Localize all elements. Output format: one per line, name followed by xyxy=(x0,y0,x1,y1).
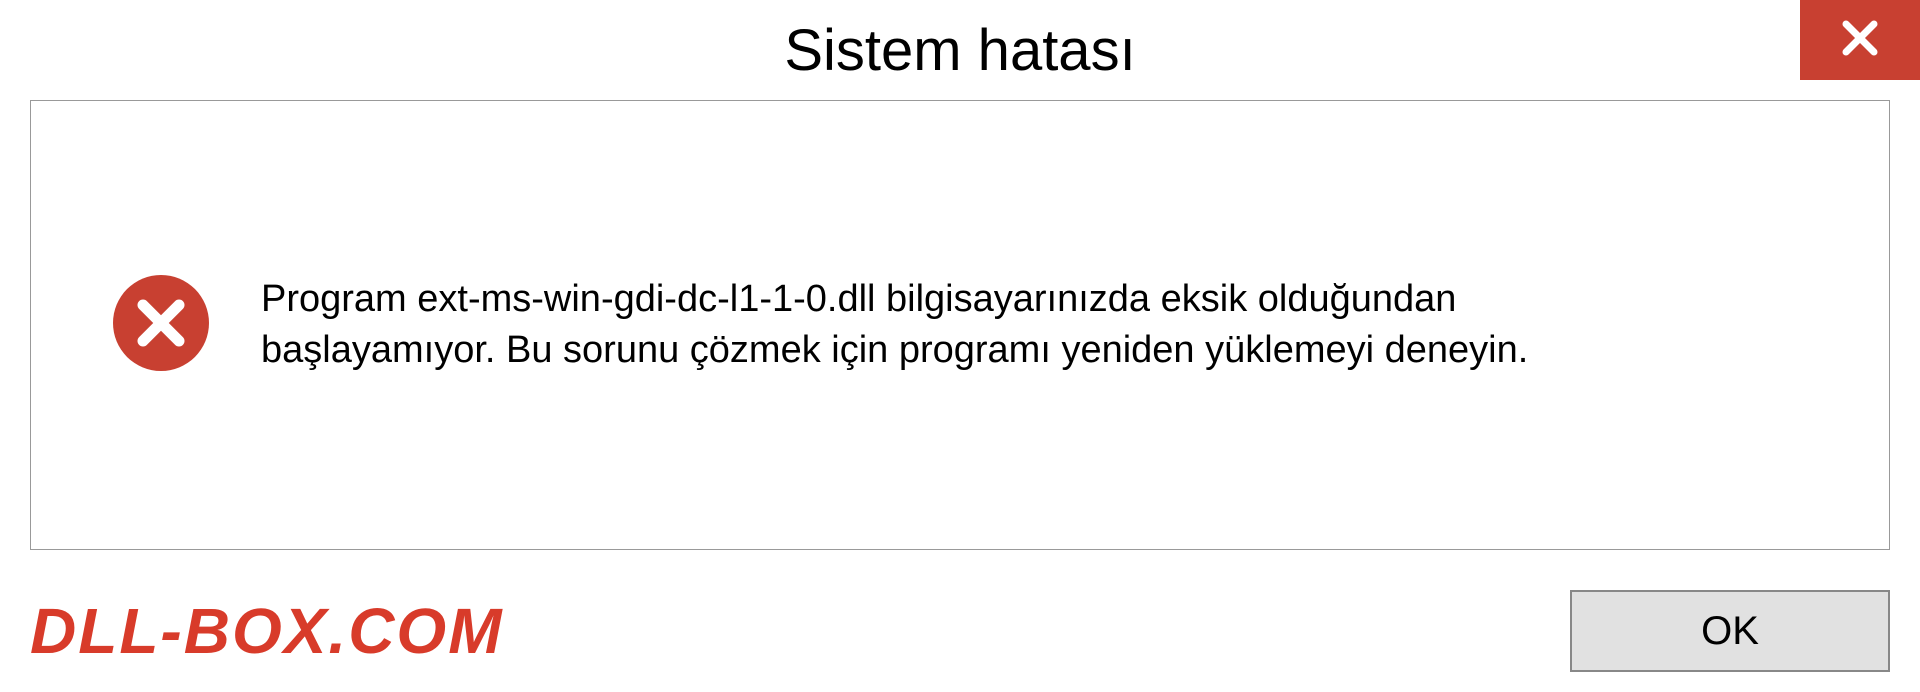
content-area: Program ext-ms-win-gdi-dc-l1-1-0.dll bil… xyxy=(30,100,1890,550)
error-message: Program ext-ms-win-gdi-dc-l1-1-0.dll bil… xyxy=(261,274,1661,377)
footer: DLL-BOX.COM OK xyxy=(30,590,1890,672)
ok-button[interactable]: OK xyxy=(1570,590,1890,672)
close-icon xyxy=(1836,14,1884,67)
dialog-title: Sistem hatası xyxy=(784,17,1135,84)
error-icon xyxy=(111,273,211,378)
close-button[interactable] xyxy=(1800,0,1920,80)
title-bar: Sistem hatası xyxy=(0,0,1920,100)
watermark-text: DLL-BOX.COM xyxy=(30,594,504,668)
